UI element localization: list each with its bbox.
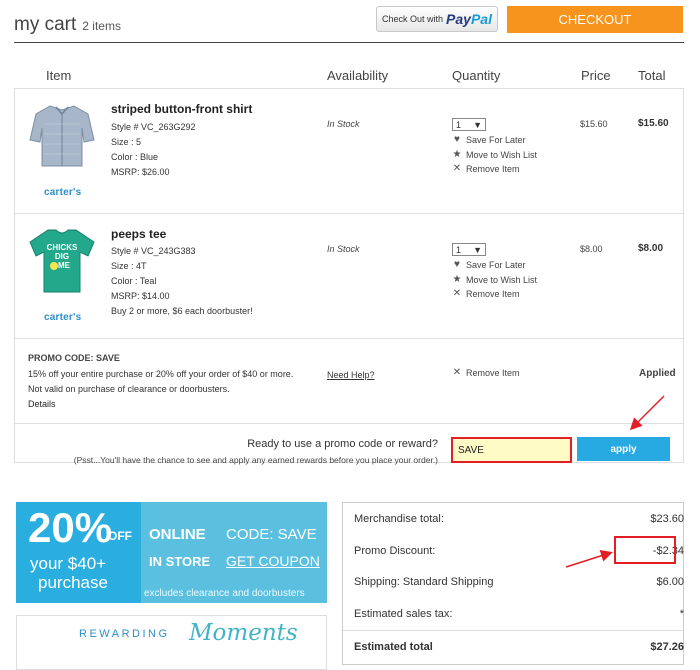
arrow-to-discount xyxy=(565,550,613,568)
arrow-to-input xyxy=(629,395,665,431)
annotation-arrows xyxy=(565,395,665,568)
